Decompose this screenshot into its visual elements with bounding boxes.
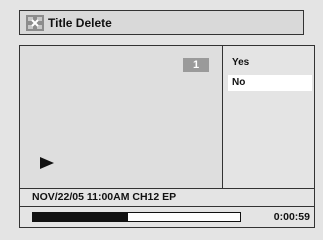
title-delete-screen: Title Delete 1 Yes No NOV/22/05 11:00AM … — [0, 0, 323, 240]
progress-bar — [32, 212, 241, 222]
progress-fill — [33, 213, 129, 221]
play-icon — [40, 157, 54, 169]
menu-item-no[interactable]: No — [228, 75, 312, 91]
title-bar: Title Delete — [19, 10, 304, 35]
page-title: Title Delete — [48, 15, 112, 30]
main-panel: 1 Yes No NOV/22/05 11:00AM CH12 EP 0:00:… — [19, 45, 315, 228]
title-delete-icon — [26, 14, 44, 31]
recording-info: NOV/22/05 11:00AM CH12 EP — [20, 188, 314, 206]
menu-item-yes[interactable]: Yes — [228, 55, 312, 71]
title-preview: 1 — [20, 46, 223, 188]
progress-row: 0:00:59 — [20, 206, 314, 227]
elapsed-time: 0:00:59 — [273, 211, 310, 223]
title-number-badge: 1 — [183, 58, 209, 72]
confirm-menu: Yes No — [223, 46, 314, 188]
